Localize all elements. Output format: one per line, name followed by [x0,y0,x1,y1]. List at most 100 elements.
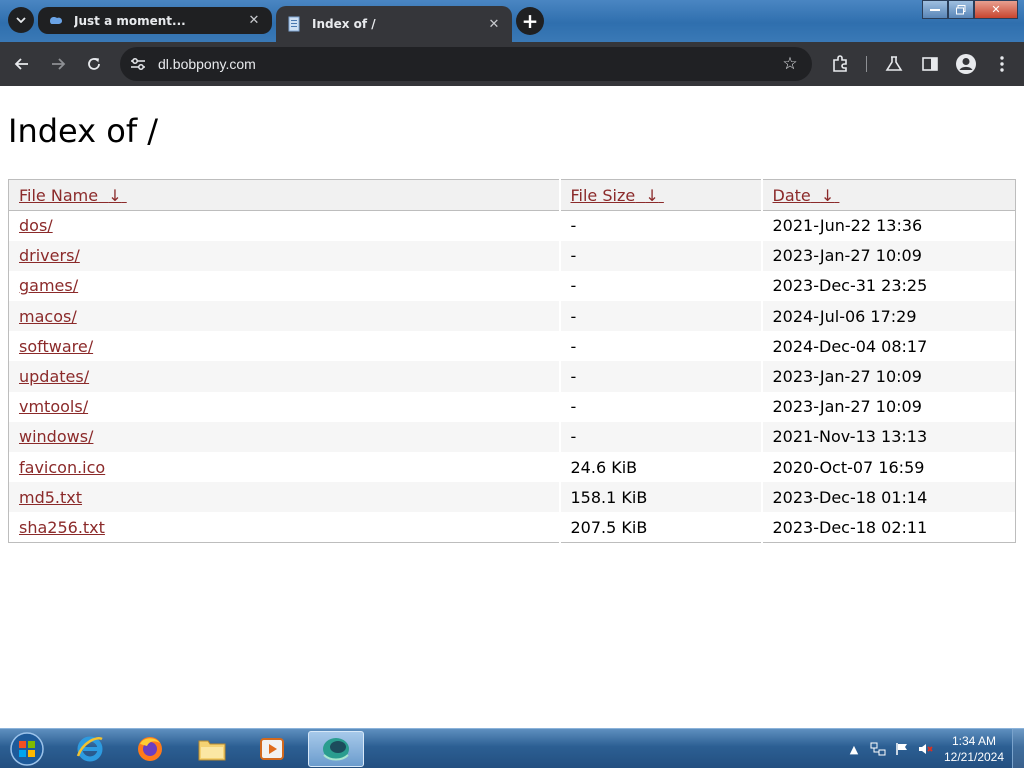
file-size: 207.5 KiB [558,512,762,543]
media-player-icon[interactable] [244,731,300,767]
profile-avatar-icon[interactable] [954,52,978,76]
file-date: 2023-Dec-18 01:14 [760,482,1016,513]
back-icon[interactable] [8,50,36,78]
chevron-down-icon [16,17,26,23]
start-button[interactable] [6,730,48,768]
page-title: Index of / [8,112,159,150]
tab-close-icon[interactable]: ✕ [246,13,262,29]
tab-index-of[interactable]: Index of / ✕ [276,6,512,42]
table-row: macos/ -2024-Jul-06 17:29 [8,301,1016,332]
cloudflare-favicon-icon [50,16,62,24]
active-app-icon[interactable] [308,731,364,767]
file-size: - [558,361,762,392]
table-row: dos/ -2021-Jun-22 13:36 [9,210,1016,241]
table-row: md5.txt 158.1 KiB 2023-Dec-18 01:14 [8,482,1016,513]
table-row: updates/ -2023-Jan-27 10:09 [8,361,1016,392]
tab-strip: Just a moment... ✕ Index of / ✕ + ✕ [0,0,1024,42]
file-listing-table: File Name ↓ File Size ↓ Date ↓ dos/-2021… [8,179,1016,544]
file-link[interactable]: windows/ [19,427,93,446]
file-size: - [558,331,762,362]
file-link[interactable]: drivers/ [19,246,80,265]
document-favicon-icon [288,16,300,32]
file-date: 2021-Jun-22 13:36 [760,210,1016,241]
url-text: dl.bobpony.com [158,56,256,72]
side-panel-icon[interactable] [918,52,942,76]
windows-start-orb-icon [10,732,44,766]
file-list: dos/-2021-Jun-22 13:36 drivers/-2023-Jan… [8,210,1016,543]
action-center-flag-icon[interactable] [892,739,912,759]
tab-title: Just a moment... [74,13,186,28]
address-bar[interactable]: dl.bobpony.com ☆ [120,47,812,81]
file-date: 2024-Dec-04 08:17 [760,331,1016,362]
file-link[interactable]: dos/ [19,216,53,235]
file-link[interactable]: vmtools/ [19,397,88,416]
file-link[interactable]: favicon.ico [19,458,105,477]
reload-icon[interactable] [80,50,108,78]
file-size: - [558,301,762,332]
file-link[interactable]: software/ [19,337,93,356]
labs-flask-icon[interactable] [882,52,906,76]
file-date: 2023-Jan-27 10:09 [760,361,1016,392]
column-header-file-name: File Name ↓ [8,179,560,211]
new-tab-button[interactable]: + [516,7,544,35]
tab-just-a-moment[interactable]: Just a moment... ✕ [38,7,272,34]
file-link[interactable]: macos/ [19,307,77,326]
extensions-icon[interactable] [828,52,852,76]
tab-close-icon[interactable]: ✕ [486,16,502,32]
sort-by-size-link[interactable]: File Size ↓ [571,186,664,205]
minimize-icon[interactable] [922,0,948,19]
file-link[interactable]: updates/ [19,367,89,386]
file-date: 2023-Jan-27 10:09 [760,391,1016,422]
file-size: - [558,270,762,302]
file-date: 2024-Jul-06 17:29 [760,301,1016,332]
column-header-file-size: File Size ↓ [558,179,762,211]
table-row: windows/ -2021-Nov-13 13:13 [8,421,1016,452]
forward-icon[interactable] [44,50,72,78]
table-row: sha256.txt 207.5 KiB 2023-Dec-18 02:11 [9,512,1016,543]
volume-muted-icon[interactable] [916,739,936,759]
sort-by-date-link[interactable]: Date ↓ [773,186,840,205]
bookmark-star-icon[interactable]: ☆ [778,54,802,74]
clock-date: 12/21/2024 [943,750,1005,764]
browser-toolbar: dl.bobpony.com ☆ [0,42,1024,86]
file-size: - [558,210,762,241]
file-date: 2020-Oct-07 16:59 [760,452,1016,483]
show-desktop-button[interactable] [1012,729,1024,768]
file-date: 2023-Dec-31 23:25 [760,270,1016,302]
network-icon[interactable] [868,739,888,759]
file-date: 2023-Jan-27 10:09 [760,240,1016,271]
file-date: 2023-Dec-18 02:11 [760,512,1016,543]
show-hidden-icons-icon[interactable]: ▲ [844,739,864,759]
file-size: 158.1 KiB [558,482,762,513]
close-window-icon[interactable]: ✕ [974,0,1018,19]
firefox-icon[interactable] [122,731,178,767]
file-link[interactable]: sha256.txt [19,518,105,537]
table-row: drivers/ -2023-Jan-27 10:09 [8,240,1016,271]
site-info-icon[interactable] [130,57,150,71]
restore-icon[interactable] [948,0,974,19]
system-clock[interactable]: 1:34 AM 12/21/2024 [942,733,1006,765]
column-header-date: Date ↓ [760,179,1016,211]
table-row: vmtools/ -2023-Jan-27 10:09 [9,391,1016,422]
file-link[interactable]: games/ [19,276,78,295]
table-row: favicon.ico 24.6 KiB 2020-Oct-07 16:59 [9,452,1016,483]
table-header-row: File Name ↓ File Size ↓ Date ↓ [8,179,1016,211]
file-explorer-icon[interactable] [184,731,240,767]
file-size: 24.6 KiB [558,452,762,483]
file-link[interactable]: md5.txt [19,488,82,507]
table-row: software/ -2024-Dec-04 08:17 [9,331,1016,362]
file-size: - [558,391,762,422]
menu-kebab-icon[interactable] [990,52,1014,76]
tab-search-button[interactable] [8,7,34,33]
window-controls: ✕ [922,0,1018,19]
clock-time: 1:34 AM [951,734,997,748]
tab-title: Index of / [312,17,376,31]
file-size: - [558,421,762,452]
table-row: games/ -2023-Dec-31 23:25 [9,270,1016,302]
sort-by-name-link[interactable]: File Name ↓ [19,186,127,205]
file-size: - [558,240,762,271]
page-content: Index of / File Name ↓ File Size ↓ Date … [0,86,1024,728]
system-tray: ▲ 1:34 AM 12/21/2024 [842,729,1024,768]
internet-explorer-icon[interactable] [62,731,118,767]
toolbar-divider [866,56,867,72]
